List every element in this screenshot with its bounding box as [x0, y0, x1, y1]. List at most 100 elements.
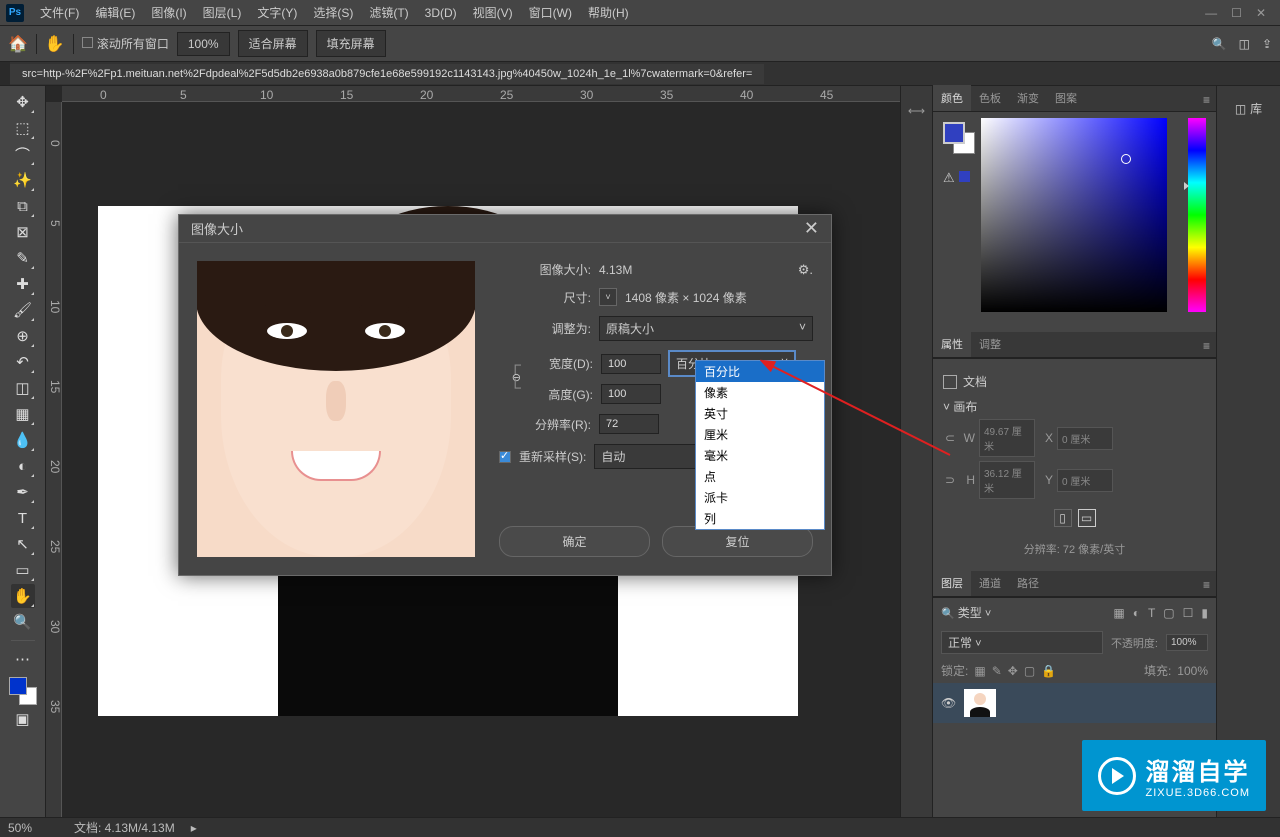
fit-screen-button[interactable]: 适合屏幕	[238, 30, 308, 57]
unit-option-percent[interactable]: 百分比	[696, 361, 824, 382]
unit-option-picas[interactable]: 派卡	[696, 487, 824, 508]
tab-swatches[interactable]: 色板	[971, 85, 1009, 111]
hand-tool-icon[interactable]: ✋	[45, 34, 65, 54]
menu-layer[interactable]: 图层(L)	[195, 0, 250, 25]
edit-toolbar[interactable]: ⋯	[11, 647, 35, 671]
unit-option-columns[interactable]: 列	[696, 508, 824, 529]
gear-icon[interactable]: ⚙.	[798, 262, 813, 278]
scroll-all-checkbox[interactable]: 滚动所有窗口	[82, 35, 169, 52]
y-value[interactable]: 0 厘米	[1057, 469, 1113, 492]
tab-properties[interactable]: 属性	[933, 331, 971, 357]
gradient-tool[interactable]: ▦	[11, 402, 35, 426]
heal-tool[interactable]: ✚	[11, 272, 35, 296]
menu-text[interactable]: 文字(Y)	[249, 0, 305, 25]
search-icon[interactable]: 🔍	[1212, 37, 1227, 51]
color-field[interactable]	[981, 118, 1167, 312]
fill-value[interactable]: 100%	[1177, 664, 1208, 678]
fill-screen-button[interactable]: 填充屏幕	[316, 30, 386, 57]
foreground-color[interactable]	[9, 677, 27, 695]
hue-slider[interactable]	[1188, 118, 1206, 312]
menu-filter[interactable]: 滤镜(T)	[361, 0, 416, 25]
dialog-close-icon[interactable]: ✕	[804, 218, 819, 239]
share-icon[interactable]: ⇪	[1262, 37, 1272, 51]
lock-position-icon[interactable]: ✥	[1008, 664, 1018, 678]
menu-view[interactable]: 视图(V)	[465, 0, 521, 25]
maximize-icon[interactable]: ☐	[1231, 6, 1242, 20]
menu-window[interactable]: 窗口(W)	[521, 0, 580, 25]
link-icon[interactable]: ⊂	[943, 431, 957, 445]
doc-tab[interactable]: src=http-%2F%2Fp1.meituan.net%2Fdpdeal%2…	[10, 64, 764, 84]
layer-filter[interactable]: 🔍 类型 ˅	[941, 604, 991, 621]
tab-color[interactable]: 颜色	[933, 85, 971, 111]
pen-tool[interactable]: ✒	[11, 480, 35, 504]
filter-smart-icon[interactable]: ☐	[1183, 606, 1194, 620]
resolution-input[interactable]: 72	[599, 414, 659, 434]
status-arrow-icon[interactable]: ▸	[191, 821, 197, 835]
stamp-tool[interactable]: ⊕	[11, 324, 35, 348]
panel-menu-icon[interactable]: ≡	[1197, 574, 1216, 596]
lock-all-icon[interactable]: 🔒	[1041, 664, 1056, 678]
filter-type-icon[interactable]: T	[1148, 606, 1155, 620]
tab-adjustments[interactable]: 调整	[971, 331, 1009, 357]
filter-pixel-icon[interactable]: ▦	[1113, 606, 1124, 620]
zoom-tool[interactable]: 🔍	[11, 610, 35, 634]
tab-layers[interactable]: 图层	[933, 570, 971, 596]
unit-option-pixels[interactable]: 像素	[696, 382, 824, 403]
quickmask-tool[interactable]: ▣	[11, 707, 35, 731]
blend-mode-select[interactable]: 正常 ˅	[941, 631, 1103, 654]
wand-tool[interactable]: ✨	[11, 168, 35, 192]
x-value[interactable]: 0 厘米	[1057, 427, 1113, 450]
ok-button[interactable]: 确定	[499, 526, 650, 557]
history-brush-tool[interactable]: ↶	[11, 350, 35, 374]
dimensions-unit-toggle[interactable]: ˅	[599, 288, 617, 306]
menu-3d[interactable]: 3D(D)	[417, 2, 465, 24]
lasso-tool[interactable]: ⌒	[11, 142, 35, 166]
unit-option-inches[interactable]: 英寸	[696, 403, 824, 424]
unit-option-mm[interactable]: 毫米	[696, 445, 824, 466]
fit-to-select[interactable]: 原稿大小˅	[599, 316, 813, 341]
library-icon[interactable]: ◫	[1235, 102, 1246, 116]
lock-pixels-icon[interactable]: ▦	[974, 664, 985, 678]
eraser-tool[interactable]: ◫	[11, 376, 35, 400]
path-select-tool[interactable]: ↖	[11, 532, 35, 556]
panel-collapse-icon[interactable]: ⟷	[908, 104, 925, 118]
menu-image[interactable]: 图像(I)	[143, 0, 194, 25]
dodge-tool[interactable]: ◐	[11, 454, 35, 478]
shape-tool[interactable]: ▭	[11, 558, 35, 582]
tab-pattern[interactable]: 图案	[1047, 85, 1085, 111]
tab-gradient[interactable]: 渐变	[1009, 85, 1047, 111]
type-tool[interactable]: T	[11, 506, 35, 530]
filter-adjust-icon[interactable]: ◐	[1133, 606, 1140, 620]
resample-checkbox[interactable]	[499, 451, 511, 463]
move-tool[interactable]: ✥	[11, 90, 35, 114]
tab-library[interactable]: 库	[1250, 100, 1262, 117]
eyedropper-tool[interactable]: ✎	[11, 246, 35, 270]
panel-menu-icon[interactable]: ≡	[1197, 89, 1216, 111]
workspace-icon[interactable]: ◫	[1239, 37, 1250, 51]
tab-paths[interactable]: 路径	[1009, 570, 1047, 596]
crop-tool[interactable]: ⧉	[11, 194, 35, 218]
props-canvas-label[interactable]: ˅ 画布	[943, 400, 977, 414]
status-doc[interactable]: 文档: 4.13M/4.13M	[74, 819, 175, 836]
orient-portrait[interactable]: ▯	[1054, 509, 1072, 527]
h-value[interactable]: 36.12 厘米	[979, 461, 1035, 499]
w-value[interactable]: 49.67 厘米	[979, 419, 1035, 457]
orient-landscape[interactable]: ▭	[1078, 509, 1096, 527]
menu-file[interactable]: 文件(F)	[32, 0, 87, 25]
filter-shape-icon[interactable]: ▢	[1163, 606, 1174, 620]
lock-artboard-icon[interactable]: ▢	[1024, 664, 1035, 678]
menu-select[interactable]: 选择(S)	[305, 0, 361, 25]
filter-toggle-icon[interactable]: ▮	[1201, 606, 1208, 620]
gamut-warning-icon[interactable]: ⚠	[943, 170, 970, 186]
height-input[interactable]: 100	[601, 384, 661, 404]
opacity-value[interactable]: 100%	[1166, 634, 1208, 651]
blur-tool[interactable]: 💧	[11, 428, 35, 452]
layer-item[interactable]: 👁	[933, 683, 1216, 723]
unit-option-cm[interactable]: 厘米	[696, 424, 824, 445]
minimize-icon[interactable]: —	[1205, 6, 1217, 20]
lock-paint-icon[interactable]: ✎	[992, 664, 1002, 678]
home-icon[interactable]: 🏠	[8, 34, 28, 54]
reset-button[interactable]: 复位	[662, 526, 813, 557]
close-icon[interactable]: ✕	[1256, 6, 1266, 20]
layer-thumbnail[interactable]	[964, 689, 996, 717]
